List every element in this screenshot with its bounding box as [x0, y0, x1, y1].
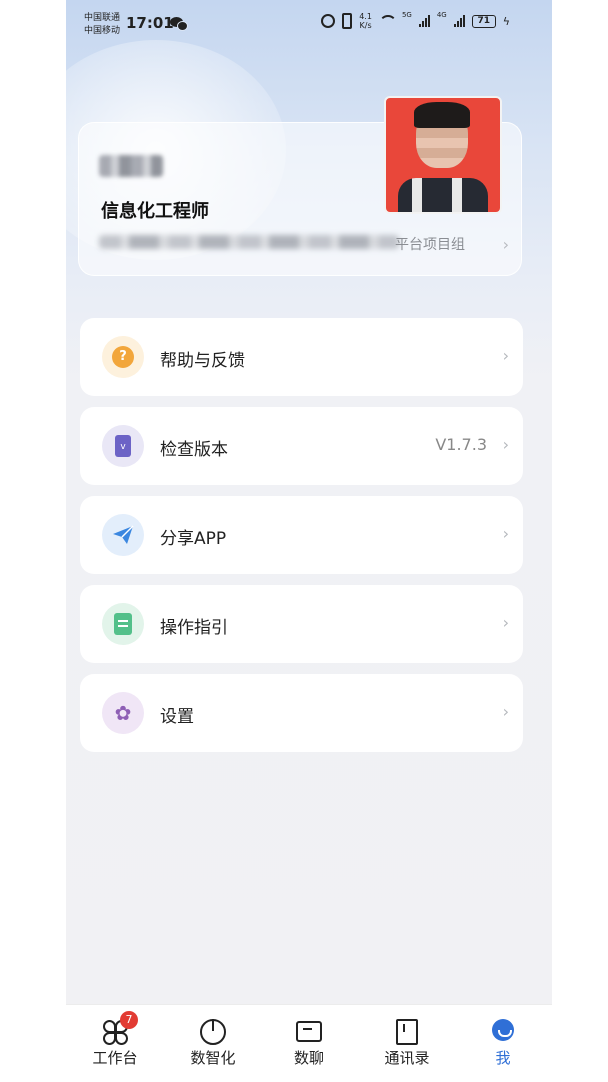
version-number: V1.7.3 — [435, 435, 487, 454]
carrier-1: 中国联通 — [84, 13, 121, 23]
avatar-shirt — [398, 178, 488, 212]
tab-contacts[interactable]: 通讯录 — [362, 1019, 452, 1068]
tab-label: 通讯录 — [384, 1049, 430, 1067]
vibrate-icon — [342, 13, 353, 29]
menu-item-label: 帮助与反馈 — [160, 351, 245, 371]
chevron-right-icon: › — [502, 613, 509, 632]
user-name-redacted — [99, 155, 163, 177]
signal-2-icon — [453, 15, 465, 27]
tab-label: 工作台 — [92, 1049, 138, 1067]
user-role: 信息化工程师 — [101, 201, 209, 222]
bottom-tab-bar: 7 工作台 数智化 数聊 通讯录 我 — [66, 1004, 552, 1082]
battery-icon: 71 — [471, 14, 496, 28]
help-icon: ? — [102, 336, 144, 378]
settings-icon: ✿ — [102, 692, 144, 734]
alarm-icon — [321, 14, 336, 28]
menu-item-label: 分享APP — [160, 529, 227, 549]
tab-label: 我 — [495, 1049, 511, 1067]
avatar-hair — [414, 102, 470, 128]
chevron-right-icon: › — [502, 524, 509, 543]
tab-label: 数智化 — [190, 1049, 236, 1067]
org-name-suffix: 平台项目组 — [395, 237, 465, 253]
signal-1-icon — [418, 15, 430, 27]
signal-2-tag: 4G — [436, 11, 447, 19]
wifi-icon — [378, 15, 397, 27]
status-time: 17:01 — [126, 14, 174, 32]
tab-label: 数聊 — [293, 1049, 324, 1067]
tab-workbench[interactable]: 7 工作台 — [70, 1011, 160, 1068]
version-icon: v — [102, 425, 144, 467]
menu-item-label: 设置 — [160, 707, 194, 727]
app-screen: 中国联通 中国移动 17:01 4.1 K/s 5G 4G 71 ϟ 信息化工程… — [66, 0, 552, 1082]
menu-item-label: 检查版本 — [160, 440, 228, 460]
menu-item-share-app[interactable]: 分享APP › — [80, 496, 523, 574]
share-icon — [102, 514, 144, 556]
chevron-right-icon: › — [502, 702, 509, 721]
carrier-info: 中国联通 中国移动 — [84, 12, 120, 38]
pie-chart-icon — [200, 1019, 226, 1045]
tab-chat[interactable]: 数聊 — [264, 1019, 354, 1068]
chevron-right-icon[interactable]: › — [503, 235, 509, 254]
menu-item-help-feedback[interactable]: ? 帮助与反馈 › — [80, 318, 523, 396]
menu-item-guide[interactable]: 操作指引 › — [80, 585, 523, 663]
wechat-icon — [170, 17, 188, 31]
me-icon — [490, 1019, 516, 1045]
status-icons: 4.1 K/s 5G 4G 71 ϟ — [321, 11, 510, 31]
guide-icon — [102, 603, 144, 645]
chevron-right-icon: › — [502, 346, 509, 365]
workbench-icon: 7 — [102, 1011, 138, 1045]
net-speed: 4.1 K/s — [359, 12, 372, 30]
status-bar: 中国联通 中国移动 17:01 4.1 K/s 5G 4G 71 ϟ — [66, 0, 552, 44]
tab-me[interactable]: 我 — [458, 1019, 548, 1068]
menu-item-label: 操作指引 — [160, 618, 228, 638]
notification-badge: 7 — [120, 1011, 138, 1029]
net-speed-unit: K/s — [359, 21, 372, 30]
carrier-2: 中国移动 — [84, 26, 121, 36]
settings-menu: ? 帮助与反馈 › v 检查版本 V1.7.3 › 分享APP › 操作指引 ›… — [80, 318, 523, 763]
tab-digital[interactable]: 数智化 — [168, 1019, 258, 1068]
menu-item-settings[interactable]: ✿ 设置 › — [80, 674, 523, 752]
left-margin — [0, 0, 66, 1082]
signal-1-tag: 5G — [401, 11, 412, 19]
right-margin — [552, 0, 608, 1082]
net-speed-value: 4.1 — [359, 12, 372, 21]
charging-icon: ϟ — [502, 14, 510, 28]
menu-item-check-version[interactable]: v 检查版本 V1.7.3 › — [80, 407, 523, 485]
contacts-icon — [394, 1019, 420, 1045]
avatar[interactable] — [384, 96, 502, 214]
chat-icon — [296, 1019, 322, 1045]
org-name-redacted — [99, 235, 399, 249]
chevron-right-icon: › — [502, 435, 509, 454]
